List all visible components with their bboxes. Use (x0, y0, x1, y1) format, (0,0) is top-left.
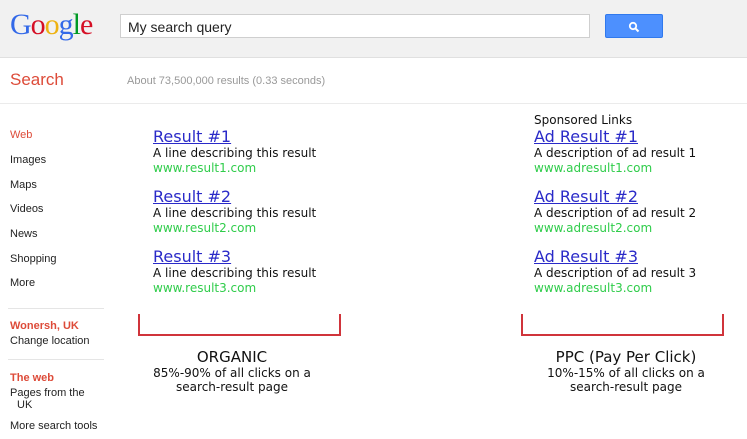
ad-title-link[interactable]: Ad Result #2 (534, 188, 696, 206)
logo-letter: o (30, 8, 46, 41)
search-query-text: My search query (128, 19, 232, 35)
google-logo[interactable]: Google (10, 8, 93, 42)
search-label: Search (10, 70, 64, 89)
ppc-caption: PPC (Pay Per Click) 10%-15% of all click… (516, 348, 736, 394)
organic-result: Result #3 A line describing this result ww… (153, 248, 316, 308)
sidebar-item-web[interactable]: Web (10, 129, 32, 141)
ad-url: www.adresult1.com (534, 161, 653, 175)
location-label: Wonersh, UK (10, 320, 79, 332)
pages-from-label: Pages from the (10, 387, 85, 399)
sidebar-divider (8, 359, 104, 360)
sidebar-item-news[interactable]: News (10, 228, 38, 240)
ppc-bracket (521, 314, 724, 336)
logo-letter: G (10, 8, 32, 41)
pages-from-country: UK (17, 399, 33, 411)
search-button[interactable] (605, 14, 663, 38)
ad-description: A description of ad result 3 (534, 266, 697, 280)
organic-result: Result #1 A line describing this result ww… (153, 128, 316, 188)
logo-letter: l (72, 8, 81, 41)
logo-letter: o (44, 8, 60, 41)
ad-url: www.adresult3.com (534, 281, 653, 295)
sidebar-item-maps[interactable]: Maps (10, 179, 37, 191)
filter-pages-from-uk[interactable]: Pages from the UK (10, 387, 85, 411)
organic-caption-title: ORGANIC (196, 348, 268, 366)
sidebar-divider (8, 308, 104, 309)
logo-letter: g (58, 8, 74, 41)
ad-title-link[interactable]: Ad Result #3 (534, 248, 696, 266)
ad-result: Ad Result #2 A description of ad result 2… (534, 188, 696, 248)
change-location-link[interactable]: Change location (10, 335, 90, 347)
result-url: www.result3.com (153, 281, 257, 295)
result-url: www.result2.com (153, 221, 257, 235)
result-description: A line describing this result (153, 206, 317, 220)
organic-caption-line: 85%-90% of all clicks on a (153, 366, 311, 380)
organic-results: Result #1 A line describing this result ww… (153, 128, 316, 308)
organic-bracket (138, 314, 341, 336)
organic-result: Result #2 A line describing this result ww… (153, 188, 316, 248)
logo-letter: e (80, 8, 93, 41)
result-title-link[interactable]: Result #1 (153, 128, 316, 146)
sidebar-item-shopping[interactable]: Shopping (10, 253, 57, 265)
ad-description: A description of ad result 2 (534, 206, 697, 220)
sidebar-item-images[interactable]: Images (10, 154, 46, 166)
result-title-link[interactable]: Result #2 (153, 188, 316, 206)
organic-caption-line: search-result page (176, 380, 288, 394)
result-stats: About 73,500,000 results (0.33 seconds) (127, 75, 326, 87)
sidebar-item-more[interactable]: More (10, 277, 35, 289)
more-search-tools-link[interactable]: More search tools (10, 420, 97, 432)
ad-result: Ad Result #1 A description of ad result 1… (534, 128, 696, 188)
magnifier-icon (628, 21, 640, 32)
ad-result: Ad Result #3 A description of ad result 3… (534, 248, 696, 308)
result-title-link[interactable]: Result #3 (153, 248, 316, 266)
organic-caption: ORGANIC 85%-90% of all clicks on a searc… (132, 348, 332, 394)
result-description: A line describing this result (153, 266, 317, 280)
result-description: A line describing this result (153, 146, 317, 160)
sponsored-links-heading: Sponsored Links (534, 113, 633, 127)
ppc-caption-title: PPC (Pay Per Click) (555, 348, 697, 366)
filter-the-web[interactable]: The web (10, 372, 54, 384)
ad-results: Ad Result #1 A description of ad result 1… (534, 128, 696, 308)
ppc-caption-line: 10%-15% of all clicks on a (547, 366, 705, 380)
result-url: www.result1.com (153, 161, 257, 175)
search-input[interactable]: My search query (120, 14, 590, 38)
divider (0, 103, 747, 104)
ad-title-link[interactable]: Ad Result #1 (534, 128, 696, 146)
ppc-caption-line: search-result page (570, 380, 682, 394)
ad-url: www.adresult2.com (534, 221, 653, 235)
sidebar-item-videos[interactable]: Videos (10, 203, 43, 215)
ad-description: A description of ad result 1 (534, 146, 697, 160)
